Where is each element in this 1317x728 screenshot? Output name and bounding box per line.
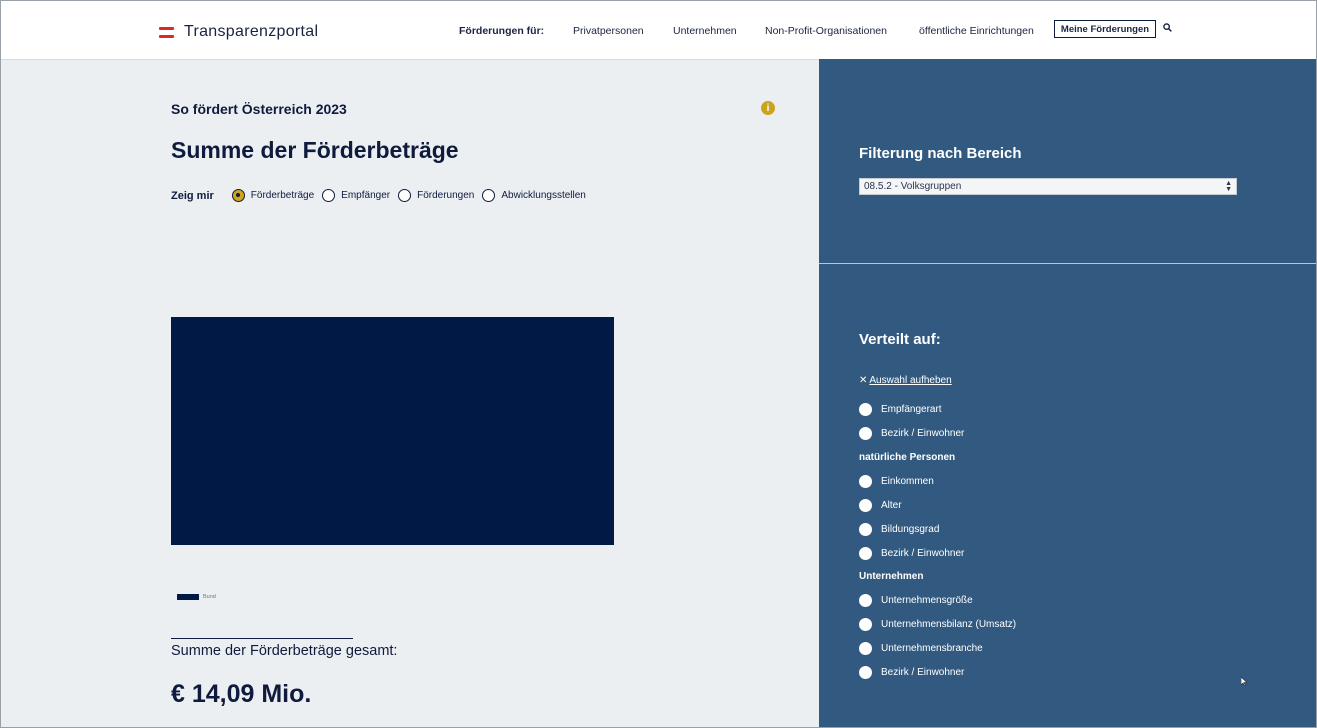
page-title: Summe der Förderbeträge bbox=[171, 137, 459, 163]
info-icon[interactable]: i bbox=[761, 101, 775, 115]
option-label: Bezirk / Einwohner bbox=[881, 667, 965, 678]
radio-label: Förderungen bbox=[417, 190, 475, 201]
total-label: Summe der Förderbeträge gesamt: bbox=[171, 643, 398, 659]
show-me-radio-group: Zeig mir Förderbeträge Empfänger Förderu… bbox=[171, 189, 594, 202]
radio-unselected-icon bbox=[859, 499, 872, 512]
logo[interactable]: Transparenzportal bbox=[159, 23, 318, 41]
radio-abwicklungsstellen[interactable]: Abwicklungsstellen bbox=[482, 189, 586, 202]
radio-foerderbetraege[interactable]: Förderbeträge bbox=[231, 189, 315, 202]
chart-legend: Bund bbox=[177, 594, 216, 600]
option-label: Unternehmensbranche bbox=[881, 643, 983, 654]
option-unternehmensgroesse[interactable]: Unternehmensgröße bbox=[859, 594, 973, 607]
option-natural-bezirk-einwohner[interactable]: Bezirk / Einwohner bbox=[859, 547, 964, 560]
option-label: Bildungsgrad bbox=[881, 524, 940, 535]
radio-unselected-icon bbox=[859, 666, 872, 679]
distribution-title: Verteilt auf: bbox=[859, 331, 941, 348]
radio-empfaenger[interactable]: Empfänger bbox=[322, 189, 390, 202]
distribution-panel: Verteilt auf: ✕ Auswahl aufheben Empfänge… bbox=[819, 264, 1316, 727]
radio-unselected-icon bbox=[859, 403, 872, 416]
page-subtitle: So fördert Österreich 2023 bbox=[171, 101, 347, 117]
logo-text: Transparenzportal bbox=[184, 23, 319, 40]
filter-panel: Filterung nach Bereich 08.5.2 - Volksgru… bbox=[819, 59, 1316, 263]
option-label: Unternehmensbilanz (Umsatz) bbox=[881, 619, 1017, 630]
radio-unselected-icon bbox=[859, 523, 872, 536]
close-icon: ✕ bbox=[859, 375, 868, 386]
clear-selection-label: Auswahl aufheben bbox=[869, 375, 952, 386]
austria-flag-icon bbox=[159, 26, 174, 38]
radio-selected-icon bbox=[231, 189, 245, 202]
radio-unselected-icon bbox=[859, 594, 872, 607]
radio-unselected-icon bbox=[859, 427, 872, 440]
option-company-bezirk-einwohner[interactable]: Bezirk / Einwohner bbox=[859, 666, 964, 679]
option-unternehmensbilanz[interactable]: Unternehmensbilanz (Umsatz) bbox=[859, 618, 1016, 631]
radio-unselected-icon bbox=[859, 618, 872, 631]
total-divider bbox=[171, 638, 353, 639]
nav-item-privatpersonen[interactable]: Privatpersonen bbox=[573, 25, 644, 37]
search-icon[interactable] bbox=[1163, 23, 1172, 32]
option-label: Empfängerart bbox=[881, 404, 942, 415]
radio-foerderungen[interactable]: Förderungen bbox=[398, 189, 474, 202]
option-unternehmensbranche[interactable]: Unternehmensbranche bbox=[859, 642, 983, 655]
browser-frame: Transparenzportal Förderungen für: Priva… bbox=[0, 0, 1317, 728]
nav-item-oeffentliche[interactable]: öffentliche Einrichtungen bbox=[919, 25, 1034, 37]
legend-label: Bund bbox=[203, 594, 216, 600]
total-value: € 14,09 Mio. bbox=[171, 680, 312, 708]
option-label: Alter bbox=[881, 500, 902, 511]
option-empfaengerart[interactable]: Empfängerart bbox=[859, 403, 942, 416]
top-header: Transparenzportal Förderungen für: Priva… bbox=[1, 1, 1316, 60]
treemap-block-bund[interactable] bbox=[171, 317, 614, 545]
filter-title: Filterung nach Bereich bbox=[859, 145, 1022, 162]
show-me-label: Zeig mir bbox=[171, 189, 214, 202]
radio-label: Förderbeträge bbox=[250, 190, 315, 201]
nav-item-unternehmen[interactable]: Unternehmen bbox=[673, 25, 737, 37]
legend-swatch bbox=[177, 594, 199, 600]
option-bildungsgrad[interactable]: Bildungsgrad bbox=[859, 523, 939, 536]
nav-item-non-profit[interactable]: Non-Profit-Organisationen bbox=[765, 25, 887, 37]
group-natural-persons: natürliche Personen bbox=[859, 452, 956, 463]
nav-label: Förderungen für: bbox=[459, 25, 545, 37]
option-alter[interactable]: Alter bbox=[859, 499, 902, 512]
radio-unselected-icon bbox=[859, 547, 872, 560]
radio-label: Empfänger bbox=[341, 190, 391, 201]
radio-label: Abwicklungsstellen bbox=[501, 190, 586, 201]
option-einkommen[interactable]: Einkommen bbox=[859, 475, 934, 488]
radio-unselected-icon bbox=[398, 189, 412, 202]
area-select[interactable]: 08.5.2 - Volksgruppen ▲ ▼ bbox=[859, 178, 1237, 195]
radio-unselected-icon bbox=[859, 642, 872, 655]
radio-unselected-icon bbox=[482, 189, 496, 202]
group-companies: Unternehmen bbox=[859, 571, 924, 582]
main-content: So fördert Österreich 2023 i Summe der F… bbox=[1, 59, 819, 727]
option-label: Einkommen bbox=[881, 476, 934, 487]
select-arrows-icon: ▲ ▼ bbox=[1225, 180, 1232, 193]
my-funding-button[interactable]: Meine Förderungen bbox=[1054, 20, 1156, 38]
area-select-value: 08.5.2 - Volksgruppen bbox=[864, 181, 962, 192]
option-label: Unternehmensgröße bbox=[881, 595, 973, 606]
mouse-cursor-icon bbox=[1241, 677, 1247, 686]
option-label: Bezirk / Einwohner bbox=[881, 548, 965, 559]
clear-selection-link[interactable]: ✕ Auswahl aufheben bbox=[859, 375, 952, 386]
option-bezirk-einwohner[interactable]: Bezirk / Einwohner bbox=[859, 427, 964, 440]
radio-unselected-icon bbox=[322, 189, 336, 202]
option-label: Bezirk / Einwohner bbox=[881, 428, 965, 439]
radio-unselected-icon bbox=[859, 475, 872, 488]
